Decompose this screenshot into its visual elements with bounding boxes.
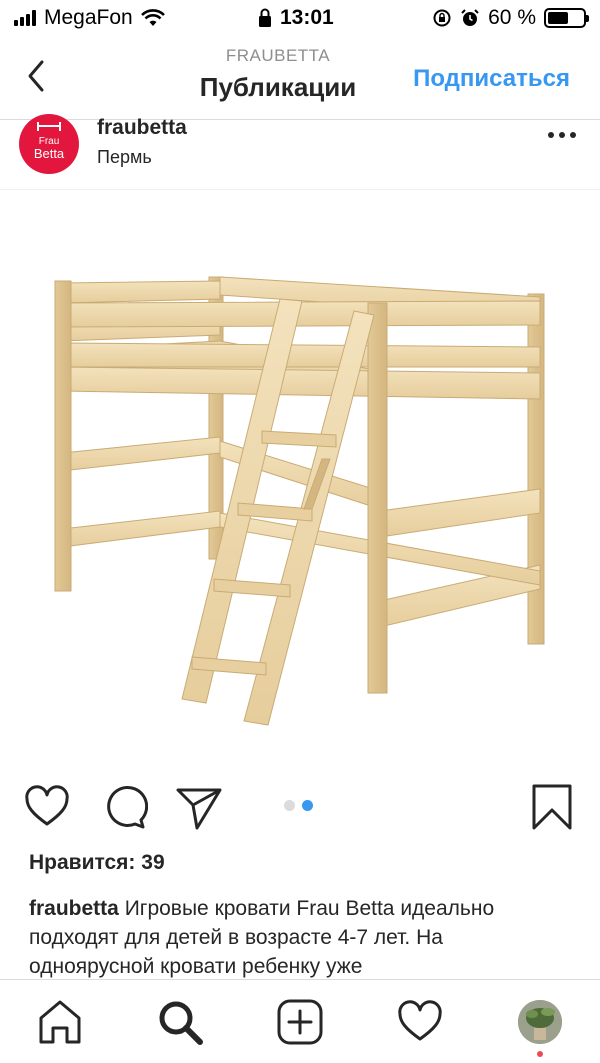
search-icon[interactable] xyxy=(156,998,204,1046)
post-username[interactable]: fraubetta xyxy=(97,116,187,140)
notification-dot xyxy=(537,1051,543,1057)
carousel-dot xyxy=(284,800,295,811)
wifi-icon xyxy=(140,9,165,26)
carrier-name: MegaFon xyxy=(44,6,133,29)
clock-time: 13:01 xyxy=(280,6,334,29)
battery-icon xyxy=(544,8,589,28)
avatar-text-betta: Betta xyxy=(33,146,65,161)
navigation-header: FRAUBETTA Публикации Подписаться xyxy=(0,36,600,120)
bookmark-icon[interactable] xyxy=(528,783,576,831)
account-subtitle: FRAUBETTA xyxy=(225,46,331,65)
lock-icon xyxy=(259,8,271,27)
signal-icon xyxy=(14,10,36,26)
post-header: Frau Betta fraubetta Пермь xyxy=(0,114,600,190)
avatar[interactable]: Frau Betta xyxy=(19,114,79,174)
home-icon[interactable] xyxy=(36,998,84,1046)
caption-username[interactable]: fraubetta xyxy=(29,897,119,920)
add-post-icon[interactable] xyxy=(276,998,324,1046)
subscribe-button[interactable]: Подписаться xyxy=(413,65,570,93)
carousel-indicator xyxy=(284,800,313,811)
status-bar: MegaFon 13:01 60 % xyxy=(0,0,600,36)
bottom-tab-bar xyxy=(0,979,600,1063)
comment-icon[interactable] xyxy=(100,783,148,831)
alarm-icon xyxy=(461,9,479,26)
likes-count[interactable]: Нравится: 39 xyxy=(29,851,165,875)
heart-icon[interactable] xyxy=(396,998,444,1046)
loft-bed-image xyxy=(54,276,545,726)
plant-photo-icon xyxy=(518,1000,562,1044)
send-icon[interactable] xyxy=(175,783,223,831)
rotation-lock-icon xyxy=(433,9,451,27)
post-location[interactable]: Пермь xyxy=(97,147,152,168)
battery-percent: 60 % xyxy=(488,6,536,29)
post-caption: fraubetta Игровые кровати Frau Betta иде… xyxy=(29,894,574,981)
profile-avatar[interactable] xyxy=(518,1000,562,1044)
heart-icon[interactable] xyxy=(23,783,71,831)
post-photo[interactable] xyxy=(0,191,600,761)
more-horizontal-icon[interactable] xyxy=(548,132,576,138)
carousel-dot xyxy=(302,800,313,811)
post-actions xyxy=(0,778,600,834)
